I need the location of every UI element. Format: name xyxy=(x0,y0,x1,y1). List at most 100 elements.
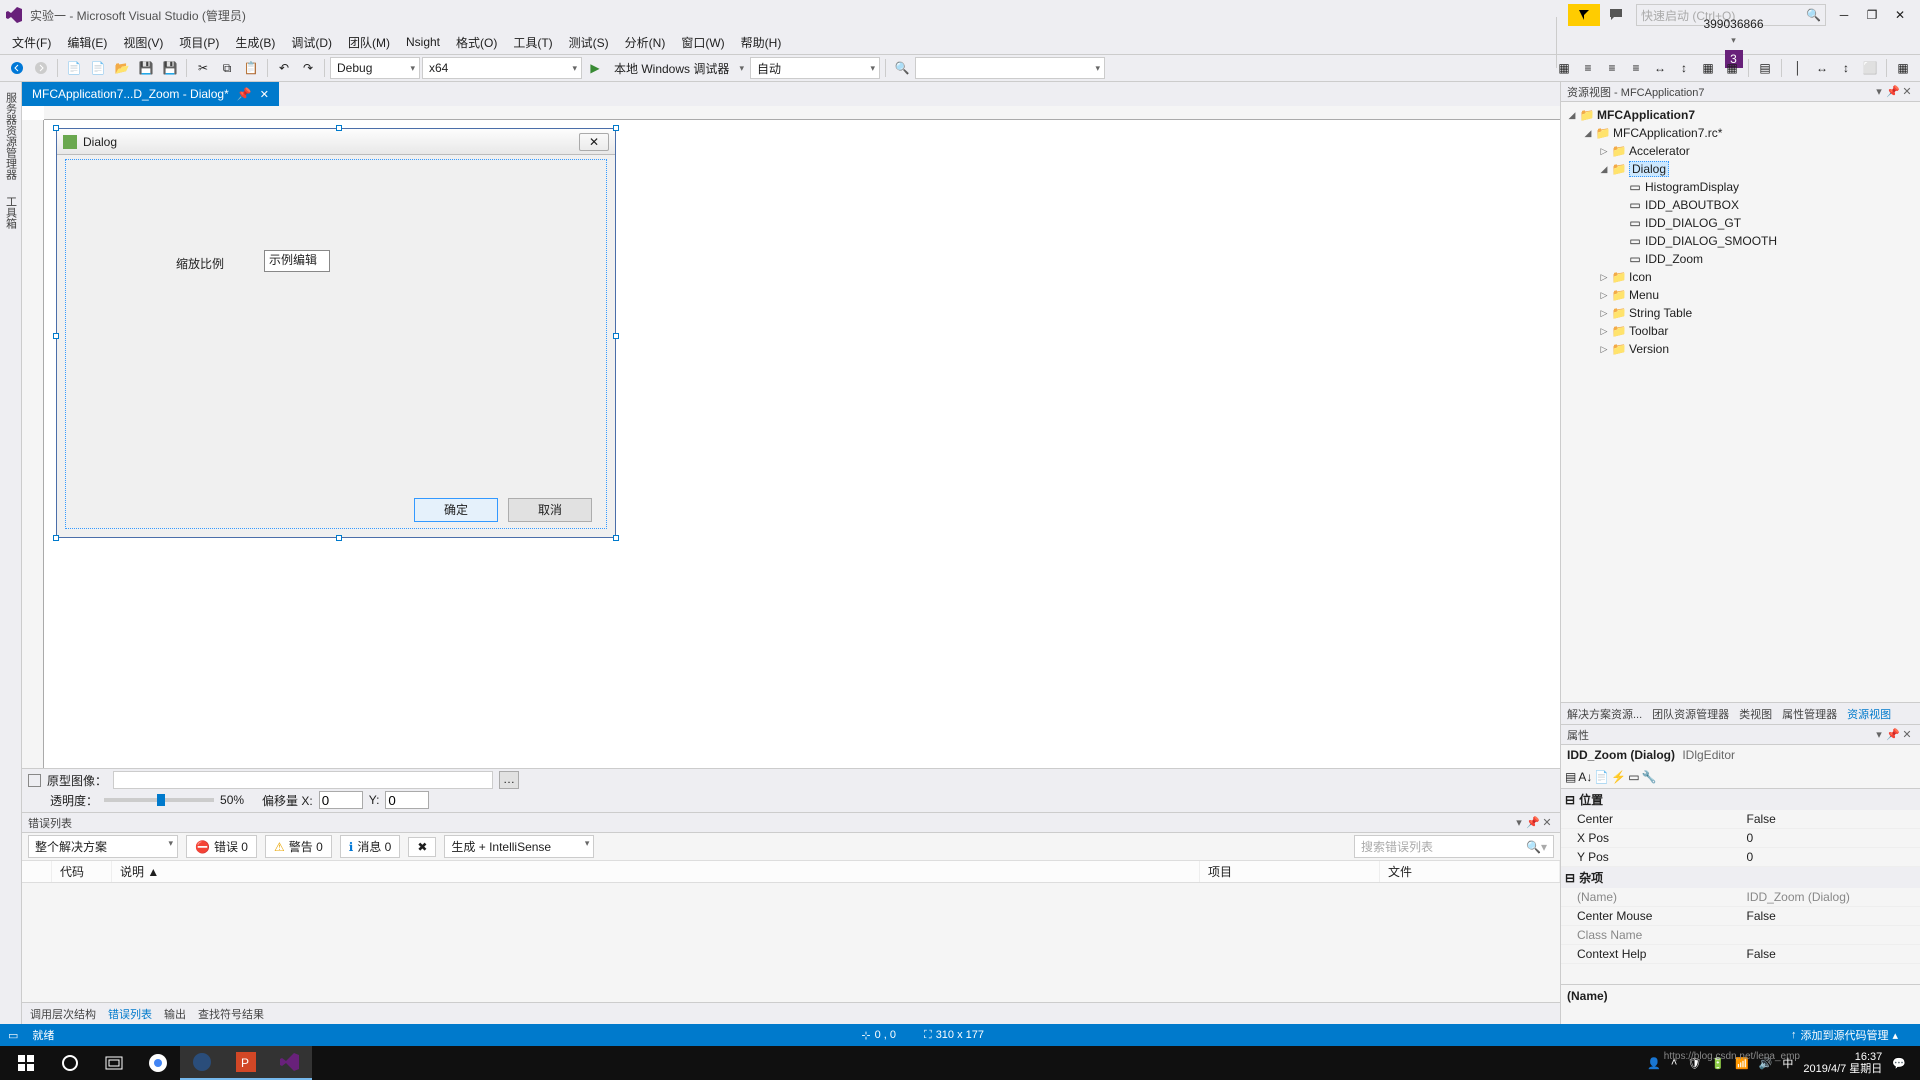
new-file-icon[interactable]: 📄 xyxy=(87,57,109,79)
resize-handle[interactable] xyxy=(53,333,59,339)
messages-icon[interactable]: ▭ xyxy=(1628,770,1639,784)
menu-project[interactable]: 项目(P) xyxy=(171,32,227,53)
nav-fwd-icon[interactable] xyxy=(30,57,52,79)
scope-filter[interactable]: 整个解决方案 xyxy=(28,835,178,858)
app-icon[interactable] xyxy=(180,1046,224,1080)
menu-analyze[interactable]: 分析(N) xyxy=(617,32,674,53)
open-file-icon[interactable]: 📂 xyxy=(111,57,133,79)
pin-icon[interactable]: 📌 xyxy=(1886,728,1900,741)
tree-icon-folder[interactable]: ▷📁Icon xyxy=(1563,268,1918,286)
paste-icon[interactable]: 📋 xyxy=(240,57,262,79)
align-top-icon[interactable]: ≡ xyxy=(1625,57,1647,79)
undo-icon[interactable]: ↶ xyxy=(273,57,295,79)
save-all-icon[interactable]: 💾 xyxy=(159,57,181,79)
prop-row[interactable]: Class Name xyxy=(1561,926,1920,945)
menu-build[interactable]: 生成(B) xyxy=(227,32,283,53)
clear-filter-icon[interactable]: ✖ xyxy=(408,837,436,857)
center-v-icon[interactable]: ↕ xyxy=(1673,57,1695,79)
ok-button[interactable]: 确定 xyxy=(414,498,498,522)
resize-handle[interactable] xyxy=(336,535,342,541)
col-file[interactable]: 文件 xyxy=(1380,861,1560,882)
resize-handle[interactable] xyxy=(53,125,59,131)
server-explorer-tab[interactable]: 服务器资源管理器 xyxy=(3,88,19,184)
tree-dialog-item[interactable]: ▭IDD_DIALOG_SMOOTH xyxy=(1563,232,1918,250)
tab-call-hierarchy[interactable]: 调用层次结构 xyxy=(30,1006,96,1022)
tab-solution-explorer[interactable]: 解决方案资源... xyxy=(1567,706,1642,722)
center-h-icon[interactable]: ↔ xyxy=(1649,57,1671,79)
prototype-path-input[interactable] xyxy=(113,771,493,789)
start-button[interactable] xyxy=(4,1046,48,1080)
menu-nsight[interactable]: Nsight xyxy=(398,33,448,51)
test-dialog-icon[interactable]: ▦ xyxy=(1553,57,1575,79)
prototype-checkbox[interactable] xyxy=(28,774,41,787)
cortana-icon[interactable] xyxy=(48,1046,92,1080)
edit-control[interactable]: 示例编辑 xyxy=(264,250,330,272)
find-combo[interactable] xyxy=(915,57,1105,79)
dropdown-icon[interactable]: ▾ xyxy=(1872,728,1886,741)
tab-output[interactable]: 输出 xyxy=(164,1006,186,1022)
task-view-icon[interactable] xyxy=(92,1046,136,1080)
offset-y-input[interactable] xyxy=(385,791,429,809)
prop-row[interactable]: Center MouseFalse xyxy=(1561,907,1920,926)
tab-class-view[interactable]: 类视图 xyxy=(1739,706,1772,722)
cancel-button[interactable]: 取消 xyxy=(508,498,592,522)
dialog-preview[interactable]: Dialog ✕ 缩放比例 示例编辑 确定 取消 xyxy=(56,128,616,538)
warnings-filter[interactable]: ⚠警告 0 xyxy=(265,835,332,858)
prop-row[interactable]: Context HelpFalse xyxy=(1561,945,1920,964)
align-right-icon[interactable]: ≡ xyxy=(1601,57,1623,79)
same-size-icon[interactable]: ⬜ xyxy=(1859,57,1881,79)
pin-icon[interactable]: 📌 xyxy=(1526,816,1540,829)
menu-debug[interactable]: 调试(D) xyxy=(283,32,340,53)
debug-mode-combo[interactable]: 自动 xyxy=(750,57,880,79)
pin-icon[interactable]: 📌 xyxy=(1886,85,1900,98)
tab-property-manager[interactable]: 属性管理器 xyxy=(1782,706,1837,722)
dropdown-icon[interactable]: ▾ xyxy=(1872,85,1886,98)
clock[interactable]: 16:37 2019/4/7 星期日 xyxy=(1803,1051,1882,1075)
tree-accelerator[interactable]: ▷📁Accelerator xyxy=(1563,142,1918,160)
resize-handle[interactable] xyxy=(336,125,342,131)
guides-icon[interactable]: ▦ xyxy=(1721,57,1743,79)
dialog-client-area[interactable]: 缩放比例 示例编辑 确定 取消 xyxy=(65,159,607,529)
people-icon[interactable]: 👤 xyxy=(1647,1057,1661,1070)
resource-tree[interactable]: ◢📁MFCApplication7 ◢📁MFCApplication7.rc* … xyxy=(1561,102,1920,702)
config-combo[interactable]: Debug xyxy=(330,57,420,79)
status-source-control[interactable]: ↑ 添加到源代码管理 ▴ xyxy=(1791,1027,1898,1043)
dialog-close-icon[interactable]: ✕ xyxy=(579,133,609,151)
browse-button[interactable]: … xyxy=(499,771,519,789)
prop-row[interactable]: X Pos0 xyxy=(1561,829,1920,848)
save-icon[interactable]: 💾 xyxy=(135,57,157,79)
tree-dialog-item[interactable]: ▭HistogramDisplay xyxy=(1563,178,1918,196)
menu-window[interactable]: 窗口(W) xyxy=(673,32,732,53)
active-document-tab[interactable]: MFCApplication7...D_Zoom - Dialog* 📌 ✕ xyxy=(22,82,279,106)
tree-version-folder[interactable]: ▷📁Version xyxy=(1563,340,1918,358)
messages-filter[interactable]: ℹ消息 0 xyxy=(340,835,401,858)
same-width-icon[interactable]: ↔ xyxy=(1811,57,1833,79)
categorized-icon[interactable]: ▤ xyxy=(1565,770,1576,784)
align-left-icon[interactable]: ≡ xyxy=(1577,57,1599,79)
toolbox-tab[interactable]: 工具箱 xyxy=(3,192,19,233)
col-icon[interactable] xyxy=(22,861,52,882)
find-icon[interactable]: 🔍 xyxy=(891,57,913,79)
errors-filter[interactable]: ⛔错误 0 xyxy=(186,835,257,858)
pin-icon[interactable]: 📌 xyxy=(237,87,252,101)
chrome-icon[interactable] xyxy=(136,1046,180,1080)
menu-help[interactable]: 帮助(H) xyxy=(733,32,790,53)
alphabetical-icon[interactable]: A↓ xyxy=(1578,770,1592,784)
tab-find-symbols[interactable]: 查找符号结果 xyxy=(198,1006,264,1022)
overrides-icon[interactable]: 🔧 xyxy=(1642,770,1657,784)
tree-root[interactable]: ◢📁MFCApplication7 xyxy=(1563,106,1918,124)
tab-team-explorer[interactable]: 团队资源管理器 xyxy=(1652,706,1729,722)
debug-target-combo[interactable]: 本地 Windows 调试器 xyxy=(608,57,748,79)
col-desc[interactable]: 说明 ▲ xyxy=(112,861,1200,882)
start-debug-button[interactable]: ▶ xyxy=(584,57,606,79)
close-tab-icon[interactable]: ✕ xyxy=(260,88,269,101)
error-search-input[interactable]: 搜索错误列表🔍▾ xyxy=(1354,835,1554,858)
tree-menu-folder[interactable]: ▷📁Menu xyxy=(1563,286,1918,304)
menu-edit[interactable]: 编辑(E) xyxy=(59,32,115,53)
menu-view[interactable]: 视图(V) xyxy=(115,32,171,53)
tab-order-icon[interactable]: ▤ xyxy=(1754,57,1776,79)
properties-icon[interactable]: 📄 xyxy=(1594,770,1609,784)
dialog-designer[interactable]: Dialog ✕ 缩放比例 示例编辑 确定 取消 xyxy=(22,106,1560,768)
tree-dialog-item[interactable]: ▭IDD_ABOUTBOX xyxy=(1563,196,1918,214)
menu-file[interactable]: 文件(F) xyxy=(4,32,59,53)
